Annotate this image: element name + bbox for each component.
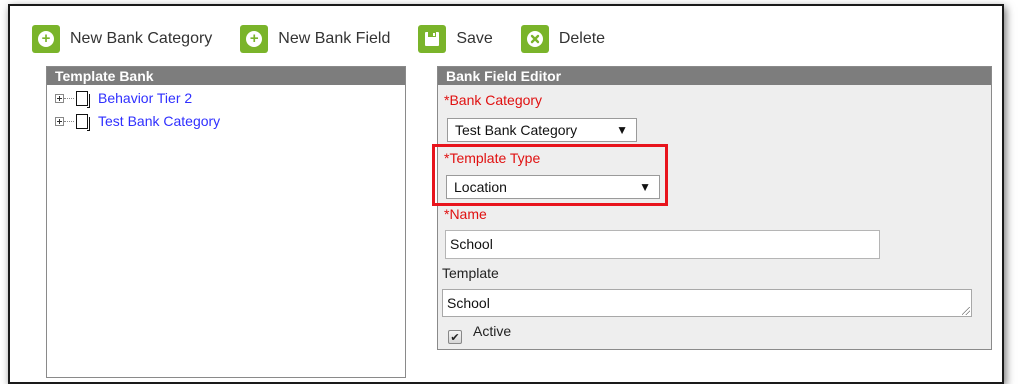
plus-circle-icon: + [32,25,60,53]
name-input[interactable]: School [445,230,880,259]
active-checkbox[interactable]: ✔ [448,330,462,344]
bank-category-label: *Bank Category [444,92,543,108]
tree-item-label[interactable]: Test Bank Category [98,113,220,129]
expand-icon[interactable] [55,93,64,103]
toolbar: + New Bank Category + New Bank Field Sav… [32,22,633,56]
expand-icon[interactable] [55,116,64,126]
template-value: School [447,295,490,311]
dropdown-arrow-icon: ▼ [616,123,628,137]
floppy-disk-icon [418,25,447,53]
document-icon [76,113,90,131]
template-textarea[interactable]: School [442,289,972,317]
bank-category-value: Test Bank Category [455,122,578,138]
new-bank-field-label: New Bank Field [278,30,391,47]
tree-item-test-bank-category[interactable]: Test Bank Category [47,107,405,135]
plus-circle-icon: + [240,25,269,53]
new-bank-field-button[interactable]: + New Bank Field [240,25,390,53]
name-label: *Name [444,206,487,222]
new-bank-category-button[interactable]: + New Bank Category [32,25,212,53]
save-button[interactable]: Save [418,25,493,53]
tree-item-label[interactable]: Behavior Tier 2 [98,90,192,106]
tree-connector [64,120,74,122]
close-circle-icon [520,25,549,53]
save-label: Save [456,30,493,47]
bank-field-editor-title: Bank Field Editor [438,67,991,85]
bank-field-editor-panel: Bank Field Editor *Bank Category Test Ba… [437,66,992,350]
template-field-label: Template [442,265,499,281]
delete-label: Delete [558,30,606,47]
document-icon [76,90,90,108]
template-bank-title: Template Bank [47,67,405,85]
template-bank-panel: Template Bank Behavior Tier 2 Test Bank … [46,66,406,378]
resize-grip-icon[interactable] [962,307,970,315]
active-label: Active [473,323,512,339]
bank-category-select[interactable]: Test Bank Category ▼ [447,118,637,142]
tree-connector [64,97,74,99]
highlight-box [432,144,668,206]
new-bank-category-label: New Bank Category [70,30,213,47]
delete-button[interactable]: Delete [520,25,606,53]
